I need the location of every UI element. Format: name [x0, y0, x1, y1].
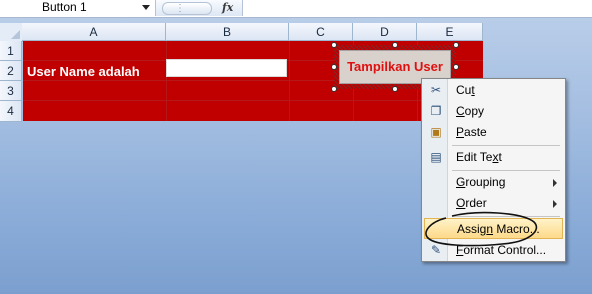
- submenu-arrow-icon: [553, 179, 557, 187]
- menu-item-label: Paste: [456, 125, 487, 139]
- menu-item-edit-text[interactable]: ▤ Edit Text: [424, 147, 563, 168]
- resize-handle-left[interactable]: [331, 64, 337, 70]
- user-name-label: User Name adalah: [27, 64, 140, 79]
- menu-item-copy[interactable]: ❐ Copy: [424, 101, 563, 122]
- grip-icon: ⋮: [175, 3, 185, 14]
- annotation-stroke: [425, 211, 538, 247]
- resize-handle-top-right[interactable]: [453, 42, 459, 48]
- submenu-arrow-icon: [553, 200, 557, 208]
- insert-function-icon[interactable]: fx: [222, 0, 233, 15]
- menu-item-label: Edit Text: [456, 150, 502, 164]
- column-header-b[interactable]: B: [166, 23, 289, 41]
- gridline: [289, 41, 290, 121]
- row-header-2[interactable]: 2: [0, 61, 22, 81]
- menu-item-paste[interactable]: ▣ Paste: [424, 122, 563, 143]
- menu-separator: [452, 145, 560, 146]
- row-header-3[interactable]: 3: [0, 81, 22, 101]
- resize-handle-top-left[interactable]: [331, 42, 337, 48]
- column-header-c[interactable]: C: [289, 23, 353, 41]
- edit-text-icon: ▤: [430, 150, 442, 164]
- select-all-corner[interactable]: [0, 23, 23, 42]
- gridline: [166, 41, 167, 121]
- name-box-value: Button 1: [42, 0, 87, 14]
- formula-controls: ⋮ fx: [156, 0, 243, 16]
- resize-handle-bottom[interactable]: [392, 86, 398, 92]
- row-header-1[interactable]: 1: [0, 41, 22, 61]
- gridline: [23, 100, 483, 101]
- user-name-input-cell[interactable]: [166, 59, 287, 77]
- spreadsheet-grid: A B C D E 1 2 3 4 User Name adalah Tampi…: [0, 23, 483, 122]
- copy-icon: ❐: [430, 104, 442, 118]
- formula-resize-handle[interactable]: ⋮: [162, 2, 212, 15]
- sheet-cells-area[interactable]: User Name adalah Tampilkan User: [23, 41, 483, 121]
- row-header-4[interactable]: 4: [0, 101, 22, 122]
- menu-item-label: Cut: [456, 83, 475, 97]
- select-all-triangle-icon: [11, 30, 20, 39]
- menu-item-grouping[interactable]: Grouping: [424, 172, 563, 193]
- column-header-a[interactable]: A: [22, 23, 166, 41]
- menu-item-label: Grouping: [456, 175, 506, 189]
- column-header-d[interactable]: D: [353, 23, 417, 41]
- menu-item-label: Copy: [456, 104, 485, 118]
- paste-icon: ▣: [430, 125, 442, 139]
- scissors-icon: ✂: [430, 83, 442, 97]
- menu-item-cut[interactable]: ✂ Cut: [424, 80, 563, 101]
- chevron-down-icon[interactable]: [142, 5, 150, 10]
- resize-handle-bottom-left[interactable]: [331, 86, 337, 92]
- formula-bar: Button 1 ⋮ fx: [0, 0, 592, 18]
- column-header-e[interactable]: E: [417, 23, 483, 41]
- name-box[interactable]: Button 1: [0, 0, 156, 16]
- menu-separator: [452, 170, 560, 171]
- resize-handle-right[interactable]: [453, 64, 459, 70]
- resize-handle-top[interactable]: [392, 42, 398, 48]
- hand-drawn-circle-annotation: [425, 211, 538, 247]
